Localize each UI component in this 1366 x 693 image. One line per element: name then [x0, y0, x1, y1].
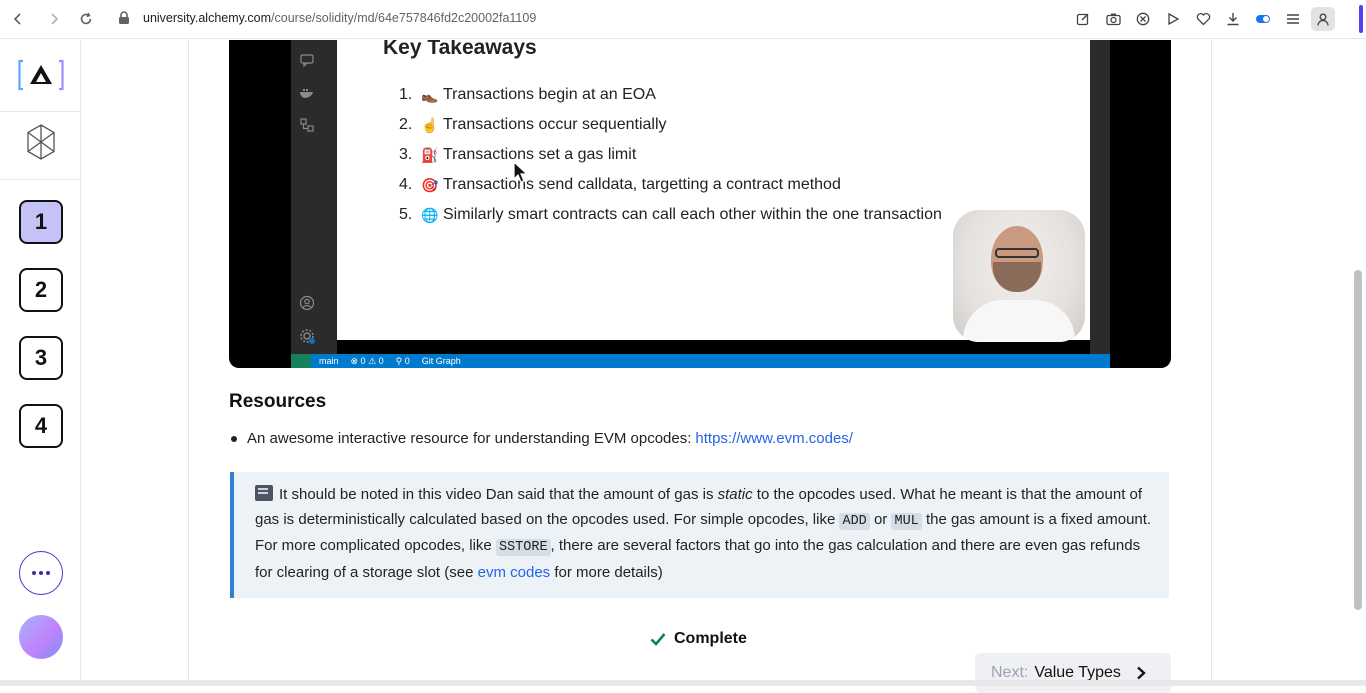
checkmark-icon	[650, 633, 666, 646]
item-number: 5.	[399, 206, 413, 223]
url-path: /course/solidity/md/64e757846fd2c20002fa…	[271, 11, 537, 25]
list-item: 1. 👞 Transactions begin at an EOA	[399, 80, 942, 110]
boot-icon: 👞	[421, 86, 439, 103]
hexagon-logo-icon[interactable]	[26, 124, 56, 160]
step-label: 2	[34, 277, 48, 302]
arrow-left-icon	[13, 13, 21, 25]
bullet	[231, 435, 237, 442]
chat-icon	[300, 54, 314, 68]
url-domain: university.alchemy.com	[143, 11, 272, 25]
status-ports: ⚲ 0	[395, 355, 410, 366]
list-item: 4. 🎯 Transactions send calldata, targettin…	[399, 170, 942, 200]
evm-codes-link[interactable]: https://www.evm.codes/	[695, 430, 853, 447]
code-mul: MUL	[891, 512, 922, 530]
complete-button[interactable]: Complete	[650, 630, 747, 648]
next-lesson-button[interactable]: Next: Value Types	[975, 653, 1171, 693]
item-text: Transactions send calldata, targetting a…	[443, 176, 841, 193]
item-number: 2.	[399, 116, 413, 133]
fuel-pump-icon: ⛽	[421, 146, 439, 163]
note-text-6: for more details)	[550, 563, 663, 581]
more-options-button[interactable]	[19, 551, 63, 595]
window-bottom-edge	[0, 680, 1366, 686]
remote-indicator	[291, 354, 311, 368]
mouse-cursor-icon	[513, 161, 529, 183]
download-icon[interactable]	[1223, 10, 1243, 28]
avatar[interactable]	[19, 615, 63, 659]
back-button[interactable]	[7, 8, 29, 30]
note-emphasis: static	[717, 486, 753, 503]
editor-scrollbar	[1090, 40, 1110, 354]
browser-toolbar: university.alchemy.com/course/solidity/m…	[0, 0, 1366, 39]
globe-icon: 🌐	[421, 206, 439, 223]
address-bar[interactable]: university.alchemy.com/course/solidity/m…	[143, 11, 536, 25]
editor-status-bar: main ⊗ 0 ⚠ 0 ⚲ 0 Git Graph	[291, 354, 1110, 368]
item-number: 4.	[399, 176, 413, 193]
play-icon[interactable]	[1163, 10, 1183, 28]
status-git-graph: Git Graph	[421, 356, 461, 366]
takeaways-list: 1. 👞 Transactions begin at an EOA 2. ☝ Trans…	[399, 80, 942, 230]
list-item: 3. ⛽ Transactions set a gas limit	[399, 140, 942, 170]
item-text: Transactions occur sequentially	[443, 116, 667, 133]
list-item: 2. ☝ Transactions occur sequentially	[399, 110, 942, 140]
menu-icon[interactable]	[1283, 10, 1303, 28]
note-callout: It should be noted in this video Dan sai…	[230, 472, 1169, 598]
item-number: 1.	[399, 86, 413, 103]
reload-button[interactable]	[75, 8, 97, 30]
docker-icon	[300, 89, 313, 98]
note-text-3: or	[869, 510, 892, 528]
status-problems: ⊗ 0 ⚠ 0	[350, 355, 384, 366]
item-text: Transactions begin at an EOA	[443, 86, 656, 103]
chevron-right-icon	[1137, 666, 1146, 680]
resources-heading: Resources	[229, 391, 327, 412]
item-text: Transactions set a gas limit	[443, 146, 637, 163]
complete-label: Complete	[674, 630, 747, 647]
edit-icon[interactable]	[1073, 10, 1093, 28]
resource-list-item: An awesome interactive resource for unde…	[229, 430, 853, 447]
toggle-icon[interactable]	[1253, 10, 1273, 28]
arrow-right-icon	[51, 13, 59, 25]
person-icon	[1317, 13, 1329, 26]
presenter-webcam	[953, 210, 1085, 342]
step-3-button[interactable]: 3	[19, 336, 63, 380]
list-item: 5. 🌐 Similarly smart contracts can call ea…	[399, 200, 942, 230]
step-label: 4	[34, 413, 48, 438]
evm-codes-inline-link[interactable]: evm codes	[478, 564, 551, 581]
shield-icon[interactable]	[1133, 10, 1153, 28]
heart-icon[interactable]	[1193, 10, 1213, 28]
alchemy-logo-icon[interactable]	[18, 58, 64, 92]
scrollbar-thumb[interactable]	[1354, 270, 1362, 610]
sidebar-toggle[interactable]	[1359, 5, 1363, 33]
resource-text: An awesome interactive resource for unde…	[247, 430, 692, 447]
step-1-button[interactable]: 1	[19, 200, 63, 244]
profile-button[interactable]	[1311, 7, 1335, 31]
note-text-1: It should be noted in this video Dan sai…	[279, 486, 718, 503]
item-number: 3.	[399, 146, 413, 163]
content-divider-right	[1211, 40, 1212, 680]
lock-icon	[119, 11, 129, 24]
source-tree-icon	[300, 118, 314, 132]
target-icon: 🎯	[421, 176, 439, 193]
step-2-button[interactable]: 2	[19, 268, 63, 312]
lesson-video[interactable]: Key Takeaways 1. 👞 Transactions begin at a…	[229, 40, 1171, 368]
notebook-icon	[255, 485, 273, 501]
pointing-finger-icon: ☝	[421, 116, 439, 133]
reload-icon	[80, 12, 92, 25]
step-4-button[interactable]: 4	[19, 404, 63, 448]
code-add: ADD	[839, 512, 870, 530]
slide-title: Key Takeaways	[383, 40, 537, 59]
item-text: Similarly smart contracts can call each …	[443, 206, 942, 223]
code-sstore: SSTORE	[495, 539, 551, 557]
status-branch: main	[319, 356, 339, 366]
content-divider-left	[188, 40, 189, 680]
settings-icon	[300, 329, 315, 344]
step-label: 1	[34, 209, 48, 234]
course-sidebar: 1 2 3 4	[0, 40, 81, 680]
camera-icon[interactable]	[1103, 10, 1123, 28]
ellipsis-icon	[32, 571, 36, 575]
forward-button[interactable]	[43, 8, 65, 30]
account-icon	[299, 295, 315, 311]
step-label: 3	[34, 345, 48, 370]
